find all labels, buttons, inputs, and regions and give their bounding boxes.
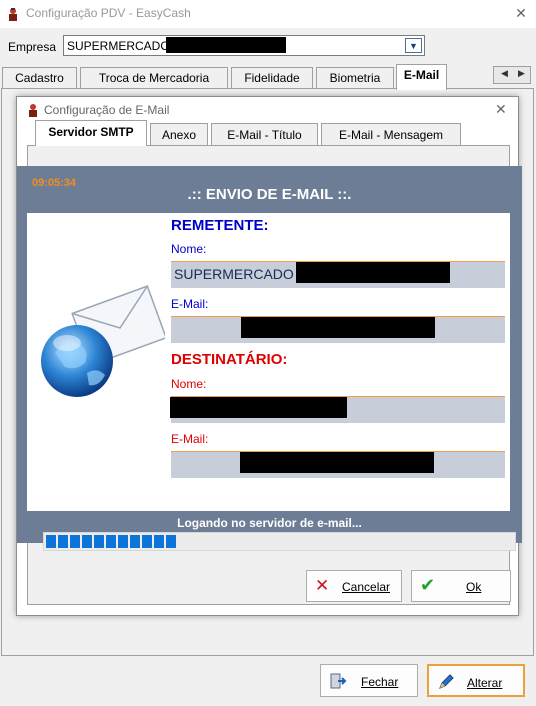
cancel-button[interactable]: ✕ Cancelar xyxy=(306,570,402,602)
window-close-button[interactable]: ✕ xyxy=(512,4,530,22)
sender-name-value: SUPERMERCADO xyxy=(174,266,294,282)
redaction-bar xyxy=(170,397,347,418)
arrow-right-icon[interactable]: ▶ xyxy=(518,68,525,79)
sender-heading-colored: REMETENTE: xyxy=(171,217,269,234)
progress-segment xyxy=(118,535,128,548)
progress-segment xyxy=(154,535,164,548)
ok-button-label: Ok xyxy=(466,580,482,594)
tab-troca-de-mercadoria[interactable]: Troca de Mercadoria xyxy=(80,67,228,89)
redaction-bar xyxy=(241,317,435,338)
recipient-name-field xyxy=(170,396,505,423)
progress-segment xyxy=(58,535,68,548)
arrow-left-icon[interactable]: ◀ xyxy=(501,68,508,79)
progress-segment xyxy=(82,535,92,548)
status-text: Logando no servidor de e-mail... xyxy=(177,516,362,530)
recipient-email-label: E-Mail: xyxy=(171,432,209,446)
send-progress-bar xyxy=(43,532,516,551)
tab-scroll-buttons[interactable]: ◀ ▶ xyxy=(493,66,531,84)
sender-name-field: SUPERMERCADO xyxy=(171,261,505,288)
progress-segment xyxy=(166,535,176,548)
recipient-name-label: Nome: xyxy=(171,377,207,391)
email-globe-icon xyxy=(41,285,165,397)
app-logo-icon xyxy=(29,104,37,117)
tab-email[interactable]: E-Mail xyxy=(396,64,447,90)
sender-name-label: Nome: xyxy=(171,242,207,256)
close-button-label: Fechar xyxy=(361,675,399,689)
dialog-close-button[interactable]: ✕ xyxy=(495,101,507,118)
tab-email-mensagem[interactable]: E-Mail - Mensagem xyxy=(321,123,461,145)
save-button[interactable]: Alterar xyxy=(427,664,525,697)
progress-segment xyxy=(70,535,80,548)
empresa-select[interactable]: SUPERMERCADO ▼ xyxy=(63,35,425,56)
x-icon: ✕ xyxy=(315,576,330,595)
progress-heading: .:: ENVIO DE E-MAIL ::. xyxy=(187,186,352,203)
progress-content: REMETENTE: REMETENTE: Nome: SUPERMERCADO… xyxy=(27,213,516,551)
progress-segment xyxy=(94,535,104,548)
empresa-value: SUPERMERCADO xyxy=(67,39,170,53)
sender-email-label: E-Mail: xyxy=(171,297,209,311)
tab-email-titulo[interactable]: E-Mail - Título xyxy=(211,123,318,145)
app-logo-icon xyxy=(9,8,17,21)
window-titlebar: Configuração PDV - EasyCash ✕ xyxy=(0,0,536,28)
close-button[interactable]: Fechar xyxy=(320,664,418,697)
exit-door-icon xyxy=(330,673,347,689)
redaction-bar xyxy=(240,452,434,473)
redaction-bar xyxy=(166,37,286,53)
tab-fidelidade[interactable]: Fidelidade xyxy=(231,67,313,89)
recipient-email-field xyxy=(171,451,505,478)
tab-anexo[interactable]: Anexo xyxy=(150,123,208,145)
recipient-heading: DESTINATÁRIO: xyxy=(171,351,288,368)
progress-segment xyxy=(142,535,152,548)
sender-email-field xyxy=(171,316,505,343)
dialog-title: Configuração de E-Mail xyxy=(44,103,170,117)
tab-biometria[interactable]: Biometria xyxy=(316,67,394,89)
progress-segment xyxy=(46,535,56,548)
pencil-icon xyxy=(439,674,454,689)
tab-servidor-smtp[interactable]: Servidor SMTP xyxy=(35,120,147,146)
save-button-label: Alterar xyxy=(467,676,503,690)
ok-button[interactable]: ✔ Ok xyxy=(411,570,511,602)
empresa-label: Empresa xyxy=(8,40,57,54)
progress-segment xyxy=(130,535,140,548)
progress-segment xyxy=(106,535,116,548)
tab-cadastro[interactable]: Cadastro xyxy=(2,67,77,89)
checkmark-icon: ✔ xyxy=(420,575,436,595)
send-progress-panel: 09:05:34 .:: ENVIO DE E-MAIL ::. REMETEN… xyxy=(17,166,522,551)
chevron-down-icon[interactable]: ▼ xyxy=(405,38,422,53)
redaction-bar xyxy=(296,262,450,283)
window-title: Configuração PDV - EasyCash xyxy=(26,6,191,20)
cancel-button-label: Cancelar xyxy=(342,580,391,594)
